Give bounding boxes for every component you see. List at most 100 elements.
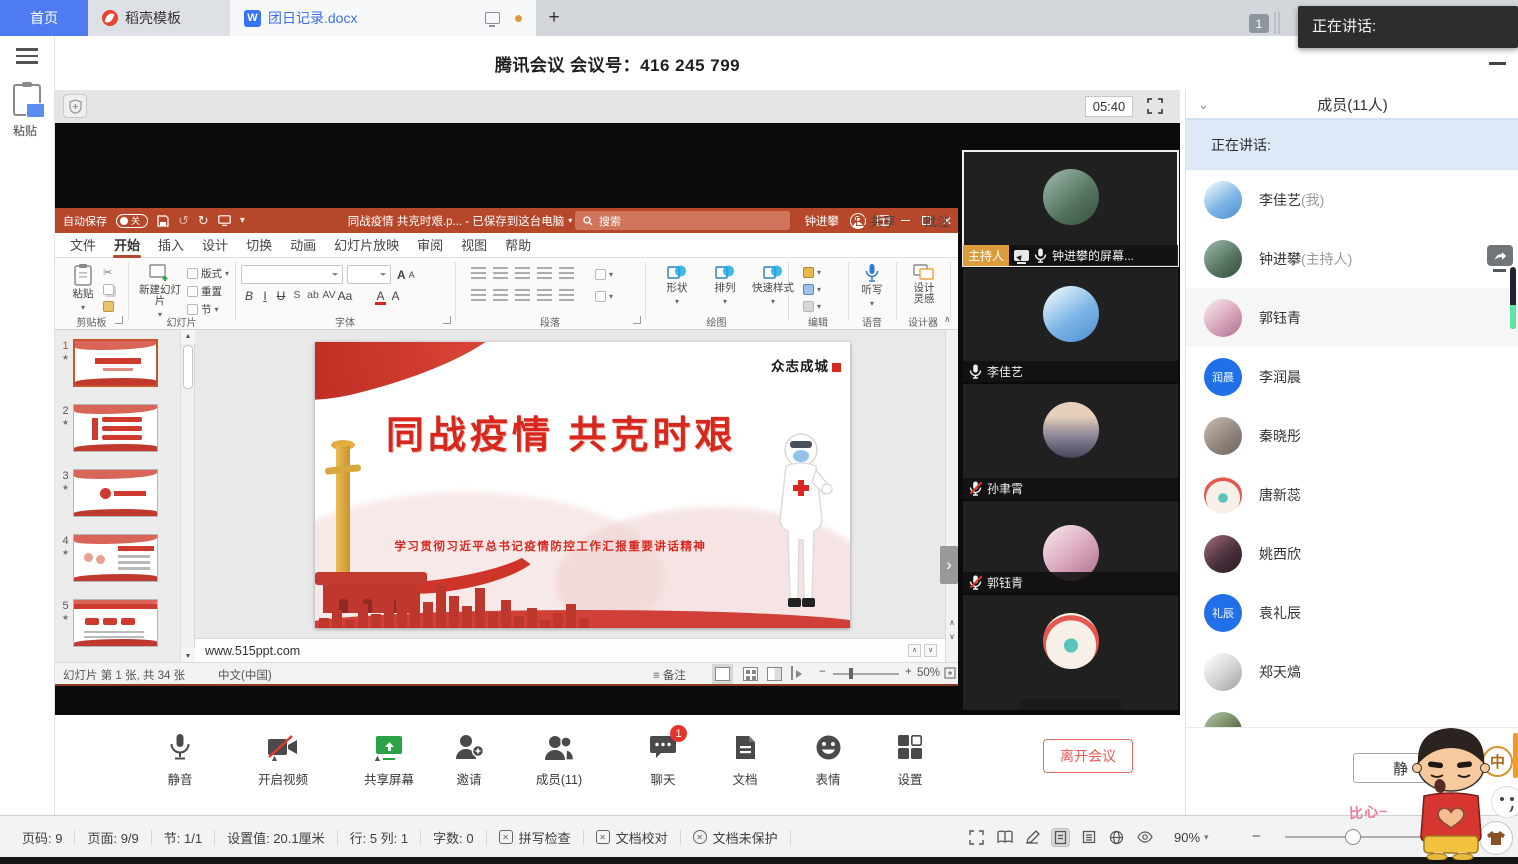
ppt-ribbon-tab[interactable]: 文件 <box>61 233 105 258</box>
cut-button[interactable]: ✂ <box>103 265 112 280</box>
font-color-button[interactable]: A <box>373 289 388 303</box>
shape-fill-button[interactable]: ▾ <box>803 265 821 280</box>
next-slide-button[interactable]: › <box>940 546 958 584</box>
video-tile[interactable]: 郭钰青 <box>963 501 1178 593</box>
member-row[interactable]: 郭钰青 <box>1186 288 1518 347</box>
settings-button[interactable]: 设置 <box>872 732 948 788</box>
member-row[interactable]: 润晨 李润晨 <box>1186 347 1518 406</box>
member-row[interactable]: 唐新蕊 <box>1186 465 1518 524</box>
ppt-ribbon-tab[interactable]: 切换 <box>237 233 281 258</box>
notes-collapse-icon[interactable]: ∧ <box>908 644 921 657</box>
docs-button[interactable]: 文档 <box>707 732 783 788</box>
members-button[interactable]: 成员(11) <box>521 732 597 788</box>
ppt-ribbon-tab[interactable]: 幻灯片放映 <box>325 233 408 258</box>
zoom-level[interactable]: 90%▾ <box>1174 830 1209 845</box>
autosave-toggle[interactable]: 关 <box>116 214 148 228</box>
slide-sorter-view-button[interactable] <box>743 667 758 681</box>
status-segment[interactable]: 设置值: 20.1厘米 <box>227 828 325 847</box>
share-screen-button[interactable]: 共享屏幕 <box>351 732 427 788</box>
paste-icon[interactable] <box>13 84 41 116</box>
tab-document[interactable]: W 团日记录.docx <box>230 0 536 36</box>
menu-icon[interactable] <box>16 48 38 64</box>
zoom-slider-handle[interactable] <box>1345 829 1361 845</box>
write-mode-icon[interactable] <box>1024 829 1041 846</box>
font-color-button[interactable]: A <box>388 289 403 303</box>
notification-count-badge[interactable]: 1 <box>1249 14 1269 33</box>
shape-effects-button[interactable]: ▾ <box>803 299 821 314</box>
align-left-icon[interactable] <box>471 289 486 301</box>
design-ideas-button[interactable]: 设计灵感 <box>902 263 946 305</box>
panel-minimize-button[interactable] <box>1489 62 1506 65</box>
notes-toggle[interactable]: ≡ 备注 <box>653 667 686 683</box>
ppt-ribbon-tab[interactable]: 动画 <box>281 233 325 258</box>
font-style-button[interactable]: B <box>241 289 257 303</box>
outline-view-icon[interactable] <box>1080 829 1097 846</box>
shape-outline-button[interactable]: ▾ <box>803 282 821 297</box>
slide-canvas[interactable]: 众志成城 同战疫情 共克时艰 学习贯彻习近平总书记疫情防控工作汇报重要讲话精神 <box>315 342 850 628</box>
tab-home[interactable]: 首页 <box>0 0 88 36</box>
slide-scrollbar[interactable] <box>945 330 958 662</box>
dictate-button[interactable]: 听写▾ <box>854 263 890 309</box>
member-row[interactable]: 郑天熇 <box>1186 642 1518 701</box>
print-layout-icon[interactable] <box>1052 829 1069 846</box>
ppt-zoom-thumb[interactable] <box>849 668 853 679</box>
indent-increase-icon[interactable] <box>537 267 552 279</box>
dialog-launcher-icon[interactable] <box>443 316 451 324</box>
save-icon[interactable] <box>157 215 169 227</box>
format-painter-button[interactable] <box>103 299 114 314</box>
dialog-launcher-icon[interactable] <box>633 316 641 324</box>
font-style-button[interactable]: ab <box>305 289 321 303</box>
video-tile[interactable]: 李佳艺 <box>963 268 1178 382</box>
tab-docer-templates[interactable]: 稻壳模板 <box>88 0 230 36</box>
ppt-zoom-in[interactable]: + <box>905 666 912 678</box>
video-tile[interactable]: 孙聿霄 <box>963 384 1178 499</box>
smartart-button[interactable]: ▾ <box>595 289 613 304</box>
status-segment[interactable]: ✕ 拼写检查 <box>499 828 571 847</box>
next-slide-icon[interactable]: ∨ <box>947 632 957 641</box>
indent-decrease-icon[interactable] <box>515 267 530 279</box>
present-icon[interactable] <box>218 215 231 226</box>
security-shield-icon[interactable] <box>63 94 87 118</box>
member-row[interactable]: 钟进攀 (主持人) <box>1186 229 1518 288</box>
grow-shrink-font-buttons[interactable]: AA <box>397 267 415 282</box>
read-mode-icon[interactable] <box>996 829 1013 846</box>
text-direction-button[interactable]: ▾ <box>595 267 613 282</box>
font-family-select[interactable] <box>241 265 343 284</box>
status-segment[interactable]: 页码: 9 <box>22 828 62 847</box>
ppt-zoom-level[interactable]: 50% <box>917 667 940 679</box>
slide-thumbnail[interactable]: 1★ <box>55 330 194 395</box>
video-tile[interactable] <box>963 595 1178 710</box>
copy-button[interactable] <box>103 282 114 297</box>
scroll-up-icon[interactable]: ▲ <box>181 330 195 344</box>
normal-view-button[interactable] <box>715 667 730 681</box>
ppt-comment-button[interactable]: 批注 <box>910 211 950 230</box>
dialog-launcher-icon[interactable] <box>115 316 123 324</box>
ppt-zoom-out[interactable]: − <box>819 666 826 678</box>
new-slide-button[interactable]: 新建幻灯片▾ <box>137 263 183 320</box>
fit-slide-icon[interactable] <box>944 667 956 679</box>
bullets-icon[interactable] <box>471 267 486 279</box>
slideshow-button[interactable] <box>791 666 793 680</box>
ppt-ribbon-tab[interactable]: 视图 <box>452 233 496 258</box>
numbering-icon[interactable] <box>493 267 508 279</box>
status-segment[interactable]: ✕ 文档校对 <box>596 828 668 847</box>
status-segment[interactable]: 行: 5 列: 1 <box>350 828 409 847</box>
redo-icon[interactable]: ↻ <box>198 213 209 229</box>
line-spacing-icon[interactable] <box>559 267 574 279</box>
drawing-button[interactable]: 排列▾ <box>703 263 747 307</box>
leave-meeting-button[interactable]: 离开会议 <box>1043 739 1133 773</box>
ppt-share-button[interactable]: 共享 <box>856 211 896 230</box>
ppt-ribbon-tab[interactable]: 开始 <box>105 233 149 258</box>
zoom-out-button[interactable]: − <box>1252 828 1261 845</box>
align-right-icon[interactable] <box>515 289 530 301</box>
member-row[interactable]: 李佳艺 (我) <box>1186 170 1518 229</box>
fullscreen-button[interactable] <box>1143 94 1167 118</box>
invite-button[interactable]: 邀请 <box>431 732 507 788</box>
member-row[interactable]: 礼辰 袁礼辰 <box>1186 583 1518 642</box>
scroll-down-icon[interactable]: ▲ <box>181 648 195 662</box>
slide-layout-button[interactable]: 版式▾ <box>187 266 229 281</box>
justify-icon[interactable] <box>537 289 552 301</box>
scrollbar-thumb[interactable] <box>1513 733 1518 778</box>
quick-access-icon[interactable]: ▾ <box>240 215 245 226</box>
notes-pane[interactable]: www.515ppt.com ∧ ∨ <box>195 638 945 662</box>
